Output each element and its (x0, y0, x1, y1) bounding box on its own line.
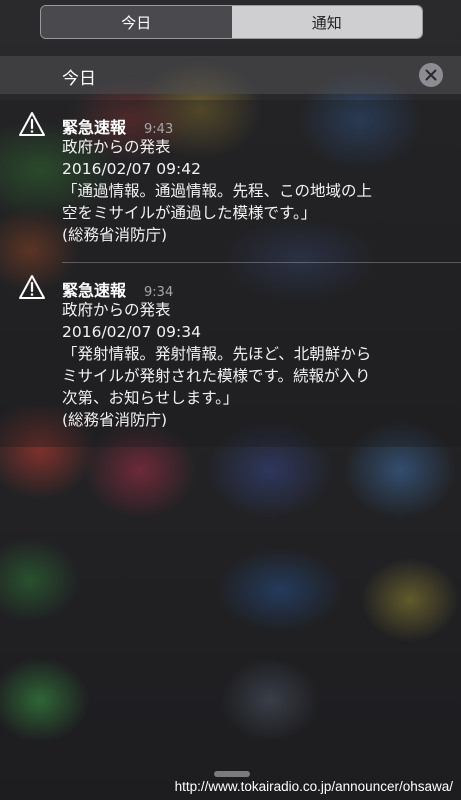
clear-button[interactable] (419, 63, 443, 87)
tab-today-label: 今日 (121, 13, 152, 32)
grabber-handle[interactable] (214, 771, 250, 777)
notification-header: 緊急速報 9:43 (62, 114, 461, 137)
warning-icon (19, 112, 45, 136)
notification-center: 今日 通知 今日 緊急速報 9:43 政府からの発表 2016/02/07 09… (0, 0, 461, 800)
notification-body: 政府からの発表 2016/02/07 09:34 「発射情報。発射情報。先ほど、… (62, 301, 372, 429)
notification-header: 緊急速報 9:34 (62, 277, 461, 300)
tab-notifications-label: 通知 (311, 13, 342, 32)
segmented-control: 今日 通知 (40, 5, 423, 39)
watermark-url: http://www.tokairadio.co.jp/announcer/oh… (174, 779, 453, 794)
notification-list: 緊急速報 9:43 政府からの発表 2016/02/07 09:42 「通過情報… (0, 100, 461, 447)
section-title: 今日 (62, 69, 96, 89)
notification-title: 緊急速報 (62, 281, 127, 300)
notification-body: 政府からの発表 2016/02/07 09:42 「通過情報。通過情報。先程、こ… (62, 138, 373, 244)
notification-item[interactable]: 緊急速報 9:34 政府からの発表 2016/02/07 09:34 「発射情報… (19, 262, 461, 447)
notification-title: 緊急速報 (62, 118, 127, 137)
tab-today[interactable]: 今日 (41, 6, 232, 38)
notification-time: 9:34 (144, 285, 174, 300)
warning-icon (19, 275, 45, 299)
section-header: 今日 (0, 56, 461, 94)
notification-item[interactable]: 緊急速報 9:43 政府からの発表 2016/02/07 09:42 「通過情報… (0, 100, 461, 262)
notification-time: 9:43 (144, 122, 174, 137)
close-icon (425, 69, 437, 81)
tab-notifications[interactable]: 通知 (231, 6, 422, 38)
